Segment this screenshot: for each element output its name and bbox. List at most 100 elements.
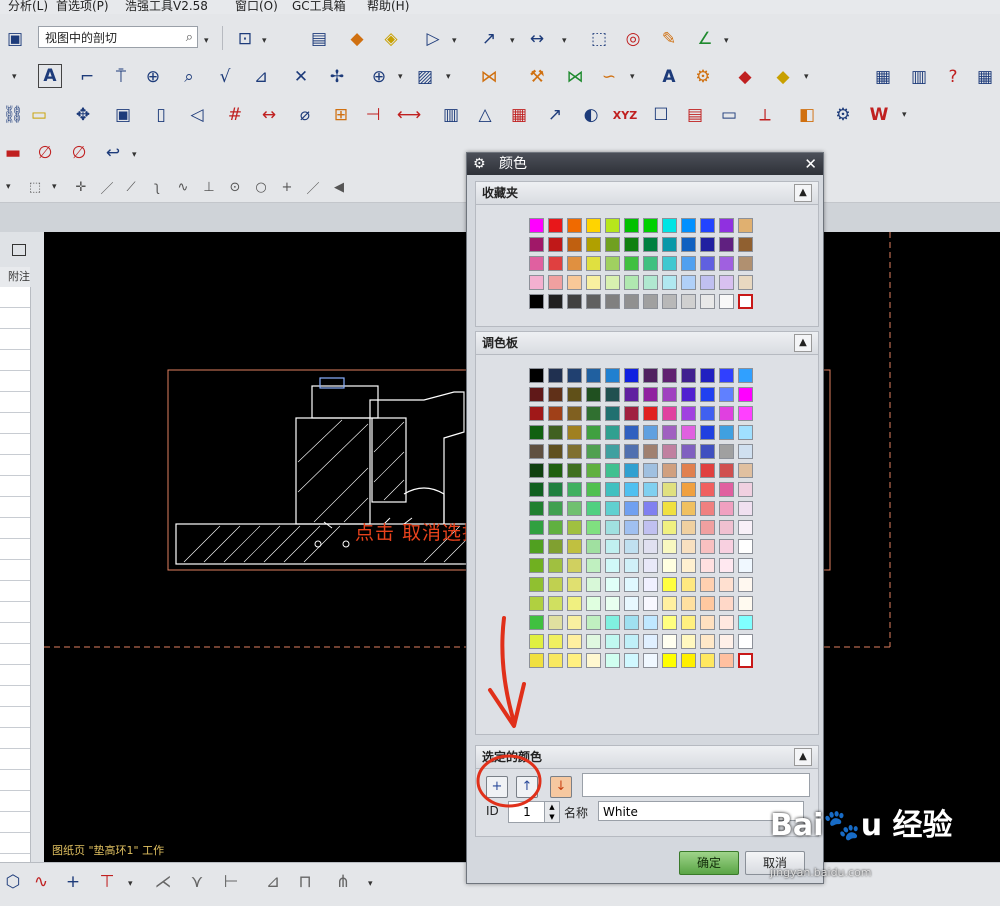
color-swatch[interactable]: [529, 406, 544, 421]
color-swatch[interactable]: [605, 577, 620, 592]
color-swatch[interactable]: [567, 294, 582, 309]
color-swatch[interactable]: [662, 406, 677, 421]
frame-icon[interactable]: ▣: [110, 102, 136, 128]
color-swatch[interactable]: [738, 558, 753, 573]
color-swatch[interactable]: [624, 406, 639, 421]
color-swatch[interactable]: [738, 294, 753, 309]
color-swatch[interactable]: [681, 653, 696, 668]
color-swatch[interactable]: [662, 501, 677, 516]
color-swatch[interactable]: [738, 368, 753, 383]
color-swatch[interactable]: [605, 444, 620, 459]
color-swatch[interactable]: [738, 520, 753, 535]
color-swatch[interactable]: [529, 463, 544, 478]
crosshair-icon[interactable]: ⊕: [366, 64, 392, 90]
color-swatch[interactable]: [605, 558, 620, 573]
color-swatch[interactable]: [700, 218, 715, 233]
color-swatch[interactable]: [624, 558, 639, 573]
color-swatch[interactable]: [681, 275, 696, 290]
color-swatch[interactable]: [586, 425, 601, 440]
color-swatch[interactable]: [643, 425, 658, 440]
color-swatch[interactable]: [529, 387, 544, 402]
color-swatch[interactable]: [586, 482, 601, 497]
color-swatch[interactable]: [738, 256, 753, 271]
color-swatch[interactable]: [681, 520, 696, 535]
color-swatch[interactable]: [643, 256, 658, 271]
color-swatch[interactable]: [605, 596, 620, 611]
color-swatch[interactable]: [624, 653, 639, 668]
color-swatch[interactable]: [586, 596, 601, 611]
color-swatch[interactable]: [700, 539, 715, 554]
angle-icon[interactable]: ∠: [692, 26, 718, 52]
color-swatch[interactable]: [662, 237, 677, 252]
color-swatch[interactable]: [567, 237, 582, 252]
color-swatch[interactable]: [681, 501, 696, 516]
chevron-down-icon[interactable]: ▾: [262, 36, 267, 46]
color-swatch[interactable]: [700, 425, 715, 440]
color-swatch[interactable]: [738, 463, 753, 478]
table-sum-icon[interactable]: ▥: [438, 102, 464, 128]
color-swatch[interactable]: [548, 596, 563, 611]
color-swatch[interactable]: [624, 615, 639, 630]
color-swatch[interactable]: [586, 463, 601, 478]
triangle-icon[interactable]: △: [472, 102, 498, 128]
plus-icon[interactable]: +: [60, 869, 86, 895]
diameter-alt-icon[interactable]: ∅: [66, 140, 92, 166]
color-swatch[interactable]: [529, 653, 544, 668]
tangent-icon[interactable]: ⋎: [184, 869, 210, 895]
color-swatch[interactable]: [643, 577, 658, 592]
note-icon[interactable]: ▭: [716, 102, 742, 128]
color-swatch[interactable]: [624, 425, 639, 440]
palette-header[interactable]: 调色板 ▲: [476, 332, 818, 355]
color-swatch[interactable]: [719, 387, 734, 402]
color-swatch[interactable]: [681, 387, 696, 402]
polygon-icon[interactable]: ⬡: [0, 869, 26, 895]
color-swatch[interactable]: [662, 653, 677, 668]
color-swatch[interactable]: [529, 558, 544, 573]
color-swatch[interactable]: [586, 275, 601, 290]
weld-icon[interactable]: ⋈: [476, 64, 502, 90]
color-swatch[interactable]: [605, 218, 620, 233]
brush-icon[interactable]: ✎: [656, 26, 682, 52]
color-swatch[interactable]: [567, 653, 582, 668]
gear-icon[interactable]: ⚙: [473, 153, 486, 175]
color-swatch[interactable]: [586, 368, 601, 383]
color-swatch[interactable]: [529, 425, 544, 440]
chevron-down-icon[interactable]: ▾: [204, 36, 209, 46]
move-icon[interactable]: ✥: [70, 102, 96, 128]
color-swatch[interactable]: [548, 577, 563, 592]
color-swatch[interactable]: [548, 275, 563, 290]
help-icon[interactable]: ?: [940, 64, 966, 90]
gear-icon[interactable]: ⚙: [830, 102, 856, 128]
color-swatch[interactable]: [624, 237, 639, 252]
color-swatch[interactable]: [586, 634, 601, 649]
color-swatch[interactable]: [681, 463, 696, 478]
color-swatch[interactable]: [681, 256, 696, 271]
color-swatch[interactable]: [605, 425, 620, 440]
color-swatch[interactable]: [662, 482, 677, 497]
measure-icon[interactable]: ↔: [524, 26, 550, 52]
color-swatch[interactable]: [567, 615, 582, 630]
color-swatch[interactable]: [643, 406, 658, 421]
color-swatch[interactable]: [662, 596, 677, 611]
color-swatch[interactable]: [738, 577, 753, 592]
color-swatch[interactable]: [548, 615, 563, 630]
color-swatch[interactable]: [624, 634, 639, 649]
color-swatch[interactable]: [529, 501, 544, 516]
color-swatch[interactable]: [662, 615, 677, 630]
color-swatch[interactable]: [586, 218, 601, 233]
color-swatch[interactable]: [529, 294, 544, 309]
tolerance-icon[interactable]: ⌀: [292, 102, 318, 128]
hatch-grid-icon[interactable]: #: [222, 102, 248, 128]
chevron-down-icon[interactable]: ▾: [398, 72, 403, 82]
color-swatch[interactable]: [643, 482, 658, 497]
chevron-down-icon[interactable]: ▾: [12, 72, 17, 82]
curve-icon[interactable]: ʅ: [144, 174, 170, 200]
dimension-h-icon[interactable]: ↔: [256, 102, 282, 128]
color-swatch[interactable]: [738, 444, 753, 459]
cross-icon[interactable]: ✕: [288, 64, 314, 90]
color-swatch[interactable]: [529, 275, 544, 290]
chevron-down-icon[interactable]: ▾: [128, 879, 133, 889]
color-swatch[interactable]: [738, 615, 753, 630]
circle-point-icon[interactable]: ○: [248, 174, 274, 200]
color-swatch[interactable]: [662, 463, 677, 478]
